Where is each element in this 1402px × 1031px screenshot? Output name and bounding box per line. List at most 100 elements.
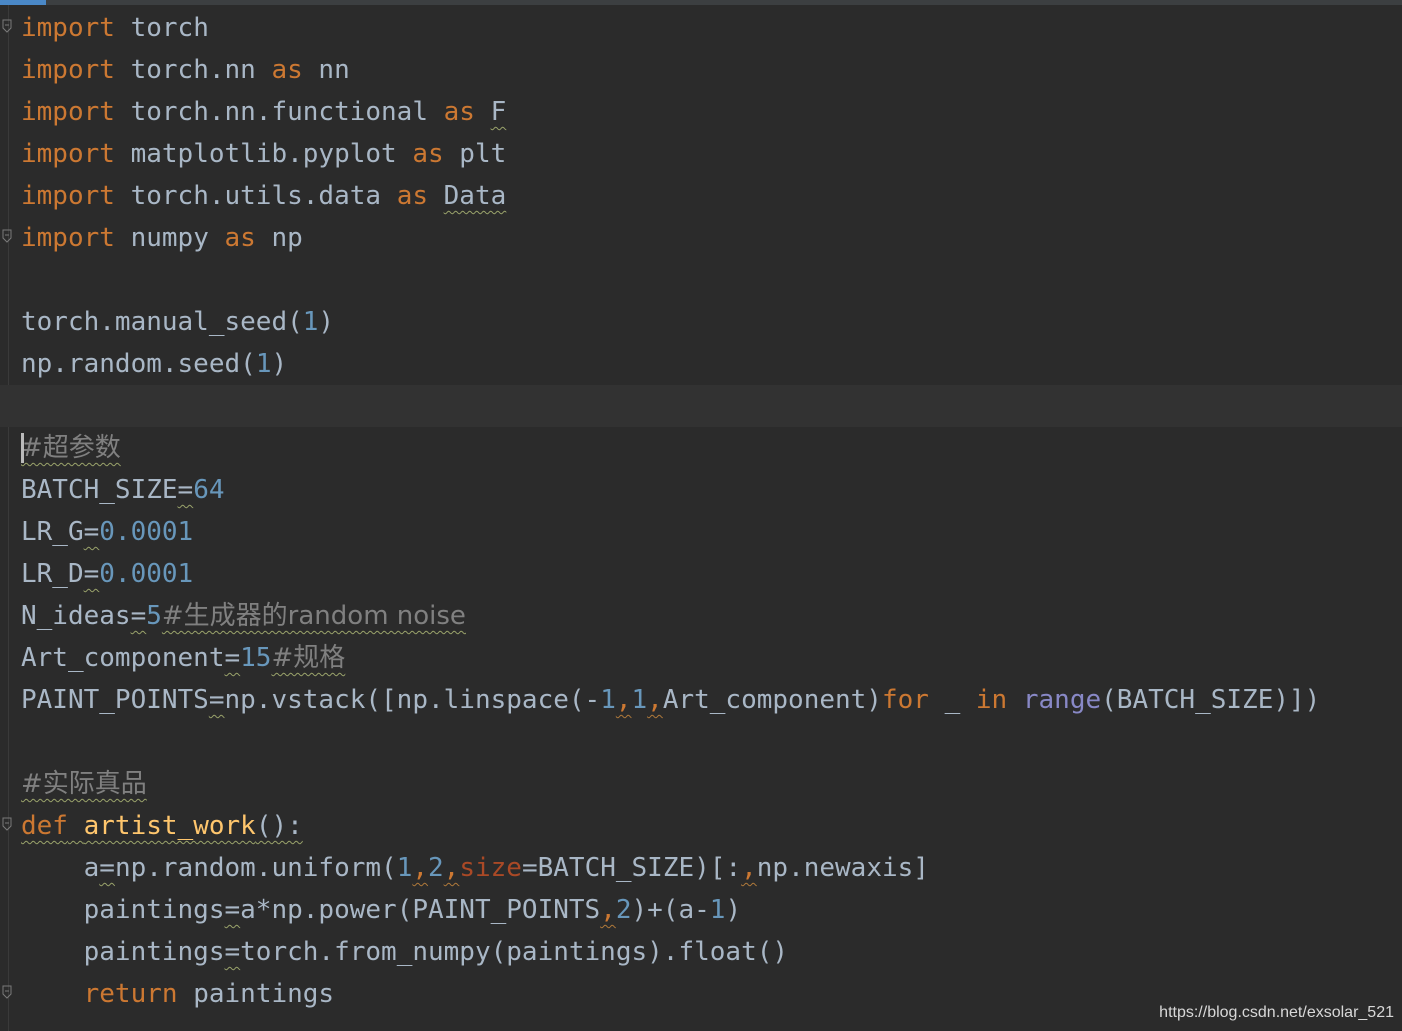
code-token: paintings xyxy=(177,979,335,1009)
code-token: #超参数 xyxy=(21,433,121,463)
code-line[interactable]: np.random.seed(1) xyxy=(21,343,1396,385)
code-token: = xyxy=(177,475,194,505)
code-token: for xyxy=(881,685,929,715)
code-line[interactable]: import torch.utils.data as Data xyxy=(21,175,1396,217)
code-token: #实际真品 xyxy=(21,769,147,799)
code-editor[interactable]: import torch import torch.nn as nn import … xyxy=(0,0,1402,1031)
code-token: = xyxy=(99,853,115,883)
code-token: 1 xyxy=(600,685,616,715)
code-token: np.newaxis] xyxy=(756,853,929,883)
code-line[interactable]: a=np.random.uniform(1,2,size=BATCH_SIZE)… xyxy=(21,847,1396,889)
code-token: (): xyxy=(255,811,303,841)
code-line[interactable] xyxy=(21,259,1396,301)
code-line[interactable]: BATCH_SIZE=64 xyxy=(21,469,1396,511)
code-line[interactable]: torch.manual_seed(1) xyxy=(21,301,1396,343)
gutter-divider xyxy=(8,5,9,1031)
code-token: N_ideas xyxy=(21,601,131,631)
code-line[interactable]: import matplotlib.pyplot as plt xyxy=(21,133,1396,175)
code-token: ) xyxy=(725,895,742,925)
code-token: import xyxy=(21,181,115,211)
fold-marker-icon[interactable] xyxy=(2,985,12,999)
code-line[interactable]: import torch xyxy=(2,7,1396,49)
fold-marker-icon[interactable] xyxy=(2,817,12,831)
text-caret xyxy=(21,433,24,463)
code-line[interactable]: LR_G=0.0001 xyxy=(21,511,1396,553)
code-token: size xyxy=(459,853,522,883)
code-line[interactable]: PAINT_POINTS=np.vstack([np.linspace(-1,1… xyxy=(21,679,1396,721)
code-token: , xyxy=(615,685,632,715)
code-token: as xyxy=(224,223,256,253)
code-line[interactable]: import torch.nn as nn xyxy=(21,49,1396,91)
code-line[interactable]: paintings=a*np.power(PAINT_POINTS,2)+(a-… xyxy=(21,889,1396,931)
code-token: torch xyxy=(114,13,209,43)
code-line[interactable]: Art_component=15#规格 xyxy=(21,637,1396,679)
code-area[interactable]: import torch import torch.nn as nn import … xyxy=(2,7,1396,1015)
code-token: paintings xyxy=(21,895,225,925)
code-token: ) xyxy=(318,307,335,337)
code-token: = xyxy=(224,937,241,967)
code-token: as xyxy=(396,181,428,211)
code-line[interactable]: LR_D=0.0001 xyxy=(21,553,1396,595)
code-token: paintings xyxy=(21,937,225,967)
code-token: import xyxy=(21,13,115,43)
code-token: , xyxy=(647,685,663,715)
code-line[interactable]: N_ideas=5#生成器的random noise xyxy=(21,595,1396,637)
code-line[interactable] xyxy=(21,721,1396,763)
code-token: , xyxy=(412,853,429,883)
code-token: nn xyxy=(302,55,350,85)
code-token: as xyxy=(443,97,475,127)
code-token: np xyxy=(255,223,303,253)
code-token: = xyxy=(208,685,225,715)
code-token: Art_component) xyxy=(662,685,882,715)
code-token: 15 xyxy=(240,643,272,673)
code-token: =BATCH_SIZE)[: xyxy=(521,853,742,883)
code-token: LR_G xyxy=(21,517,84,547)
code-token: BATCH_SIZE xyxy=(21,475,178,505)
code-token: torch.manual_seed( xyxy=(21,307,303,337)
code-token: 0.0001 xyxy=(99,559,194,589)
code-token: torch.nn xyxy=(114,55,272,85)
code-token: 0.0001 xyxy=(99,517,194,547)
code-token: np.random.uniform( xyxy=(114,853,397,883)
code-line[interactable] xyxy=(21,385,1396,427)
code-token: , xyxy=(443,853,460,883)
fold-marker-icon[interactable] xyxy=(2,19,12,33)
editor-tab-strip xyxy=(0,0,1402,5)
code-line[interactable]: import torch.nn.functional as F xyxy=(21,91,1396,133)
code-line[interactable]: #实际真品 xyxy=(21,763,1396,805)
code-line[interactable]: def artist_work(): xyxy=(2,805,1396,847)
code-token: #生成器的random noise xyxy=(161,601,466,631)
code-token: torch.from_numpy(paintings).float() xyxy=(240,937,789,967)
code-token: plt xyxy=(443,139,507,169)
code-token: import xyxy=(21,139,115,169)
code-token: , xyxy=(600,895,616,925)
code-token: 5 xyxy=(146,601,162,631)
code-token: import xyxy=(21,97,115,127)
code-token: range xyxy=(1022,685,1102,715)
code-token: , xyxy=(741,853,757,883)
code-token: #规格 xyxy=(271,643,346,673)
code-token: = xyxy=(130,601,147,631)
code-token: = xyxy=(83,559,100,589)
code-line[interactable]: #超参数 xyxy=(21,427,1396,469)
code-token: = xyxy=(224,643,241,673)
code-token: np.random.seed( xyxy=(21,349,256,379)
code-line[interactable]: import numpy as np xyxy=(2,217,1396,259)
code-token: _ xyxy=(928,685,976,715)
code-token: 1 xyxy=(255,349,272,379)
code-line[interactable]: paintings=torch.from_numpy(paintings).fl… xyxy=(21,931,1396,973)
code-token: numpy xyxy=(114,223,225,253)
code-token: )+(a- xyxy=(631,895,710,925)
code-token: 1 xyxy=(396,853,413,883)
fold-marker-icon[interactable] xyxy=(2,229,12,243)
code-token: 1 xyxy=(302,307,319,337)
code-token: in xyxy=(975,685,1008,715)
code-token: a*np.power(PAINT_POINTS xyxy=(240,895,601,925)
code-token: Art_component xyxy=(21,643,225,673)
code-token: matplotlib.pyplot xyxy=(114,139,413,169)
code-token: artist_work xyxy=(83,811,256,841)
code-token: Data xyxy=(443,181,507,211)
